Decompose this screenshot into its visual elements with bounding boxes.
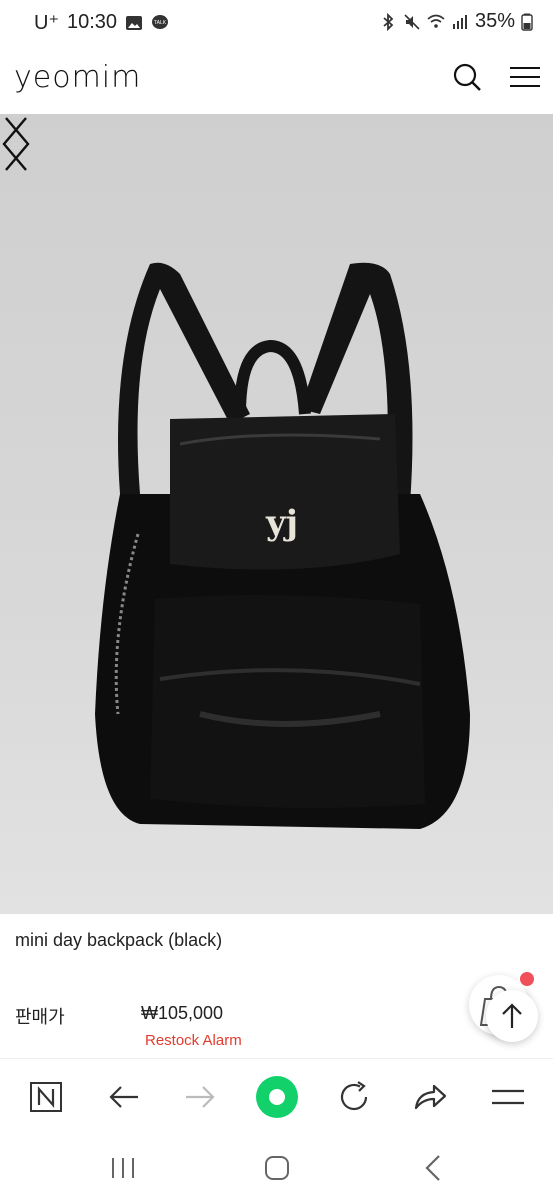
next-image-arrow-icon[interactable] — [0, 114, 32, 174]
price-value: ₩105,000 — [141, 1003, 224, 1023]
menu-icon[interactable] — [488, 1077, 528, 1117]
battery-percent: 35% — [474, 10, 515, 32]
back-arrow-icon[interactable] — [104, 1077, 144, 1117]
product-name: mini day backpack (black) — [15, 930, 223, 950]
restock-alarm-link[interactable]: Restock Alarm — [145, 1032, 242, 1049]
refresh-icon[interactable] — [334, 1077, 374, 1117]
svg-text:TALK: TALK — [154, 20, 167, 26]
status-right: 35% — [379, 10, 533, 33]
cart-notification-dot — [518, 970, 536, 988]
recent-apps-icon[interactable] — [103, 1150, 143, 1186]
battery-icon — [521, 13, 533, 31]
gallery-notification-icon — [126, 15, 143, 30]
home-button-icon[interactable] — [257, 1150, 297, 1186]
svg-text:yj: yj — [265, 503, 298, 543]
search-icon[interactable] — [452, 62, 482, 92]
browser-toolbar — [0, 1058, 553, 1135]
product-image-carousel[interactable]: yj — [0, 114, 553, 914]
scroll-to-top-button[interactable] — [486, 990, 538, 1042]
brand-logo[interactable]: yeomim — [14, 60, 141, 95]
hamburger-menu-icon[interactable] — [508, 62, 542, 92]
status-bar: U⁺ 10:30 TALK 35% — [0, 0, 553, 46]
site-header: yeomim — [0, 46, 553, 114]
forward-arrow-icon[interactable] — [180, 1077, 220, 1117]
home-green-icon[interactable] — [254, 1074, 300, 1120]
mute-icon — [404, 13, 420, 30]
wifi-icon — [427, 14, 445, 28]
price-label: 판매가 — [15, 1007, 65, 1027]
carrier-label: U⁺ — [34, 12, 59, 34]
share-icon[interactable] — [410, 1077, 450, 1117]
arrow-up-icon — [502, 1003, 522, 1028]
bluetooth-icon — [383, 12, 394, 31]
clock: 10:30 — [67, 11, 118, 33]
signal-icon — [452, 14, 467, 29]
backpack-image: yj — [95, 262, 470, 829]
status-left: U⁺ 10:30 TALK — [34, 10, 169, 35]
system-navigation-bar — [0, 1134, 553, 1200]
naver-n-icon[interactable] — [26, 1077, 66, 1117]
system-back-icon[interactable] — [413, 1150, 453, 1186]
talk-notification-icon: TALK — [152, 14, 169, 29]
